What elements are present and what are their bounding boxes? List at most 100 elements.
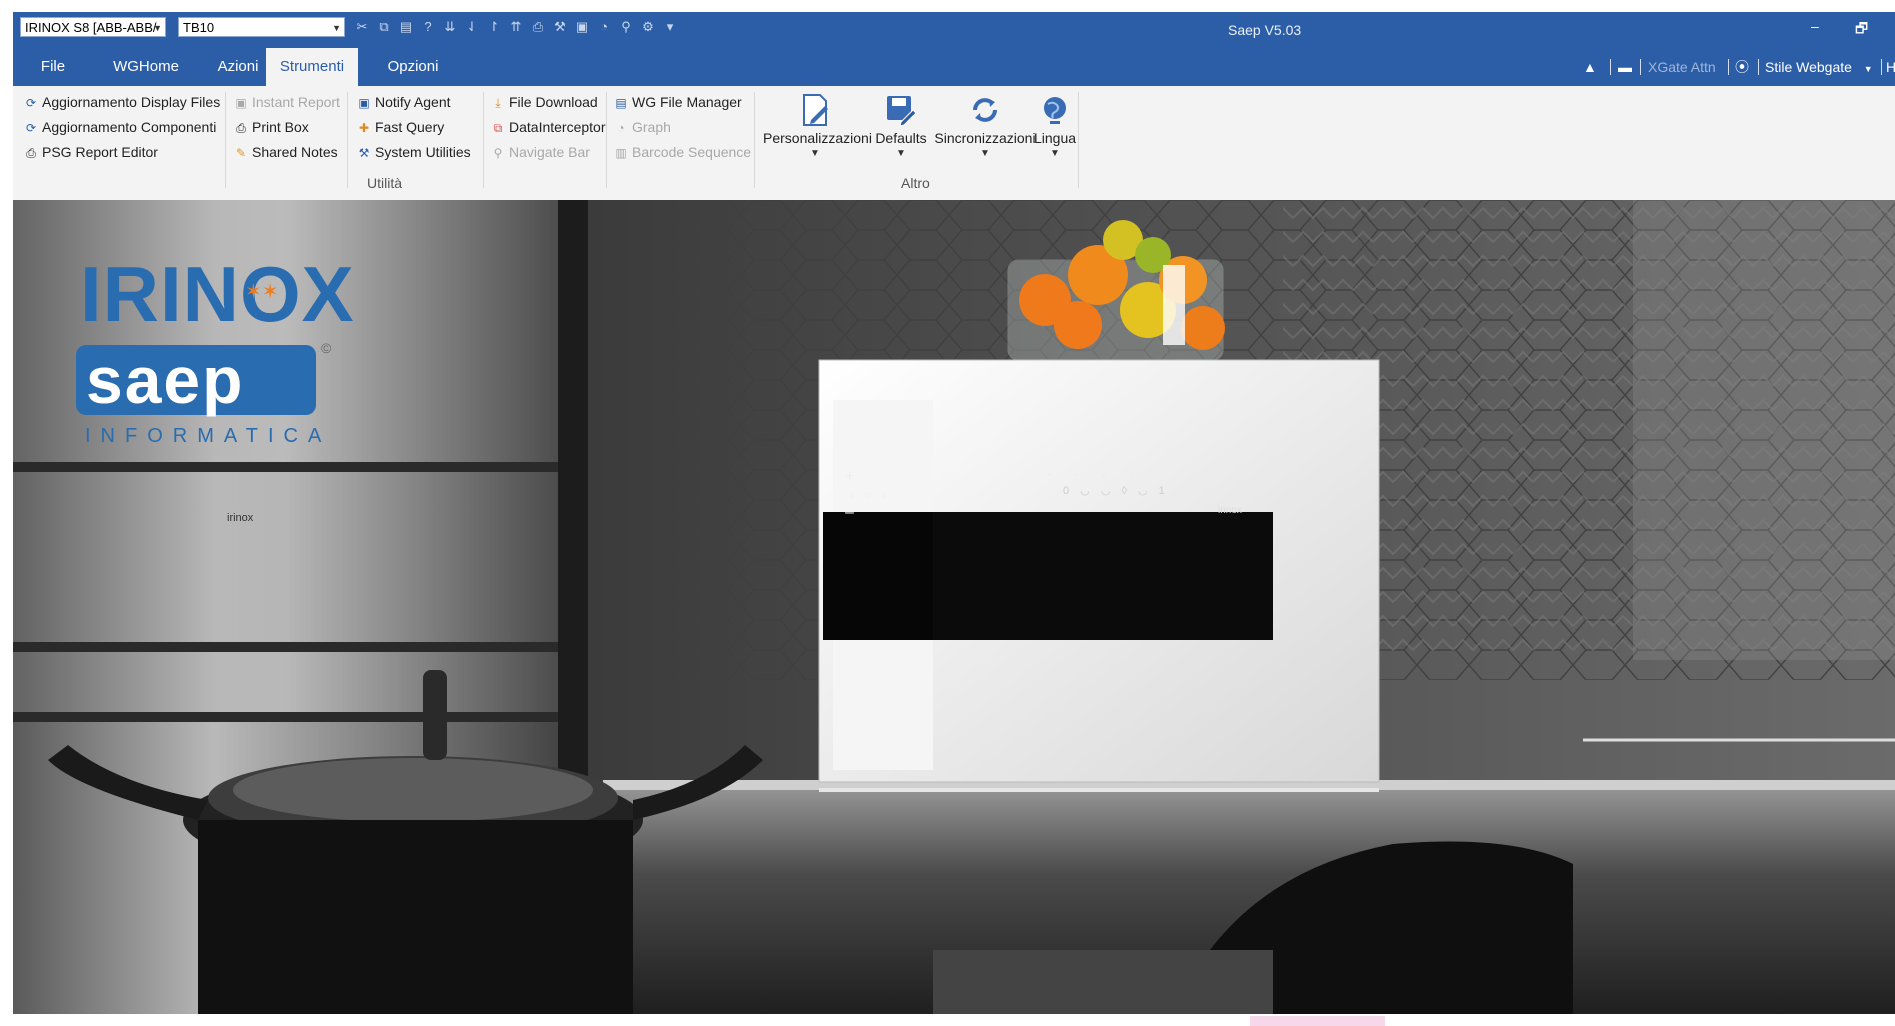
report-icon: ▣ xyxy=(235,96,247,110)
style-dropdown-label: Stile Webgate xyxy=(1765,59,1852,75)
code-combo[interactable]: TB10 ▼ xyxy=(178,17,345,37)
sort-down-icon[interactable]: ⇈ xyxy=(507,18,525,36)
upload-icon[interactable]: ⦿ xyxy=(1735,48,1749,86)
keyboard-icon[interactable]: ▬ xyxy=(1618,48,1632,86)
graph-button[interactable]: ◔ Graph xyxy=(613,117,671,137)
copyright-icon: © xyxy=(321,340,332,356)
agent-icon: ▣ xyxy=(358,96,370,110)
splash-image: IRINOX ✶✶ saep © INFORMATICA irinox irin… xyxy=(13,200,1895,1014)
ribbon-tabs: File WGHome Azioni Strumenti Opzioni ▲ ▬… xyxy=(13,48,1895,86)
plus-icon: + xyxy=(845,468,855,485)
wg-file-manager-button[interactable]: ▤ WG File Manager xyxy=(613,92,741,112)
tools-icon[interactable]: ⚒ xyxy=(551,18,569,36)
psg-report-editor-button[interactable]: ⎙ PSG Report Editor xyxy=(23,142,158,162)
tab-file[interactable]: File xyxy=(28,48,78,86)
edit-document-icon xyxy=(803,94,828,126)
printer-icon: ⎙ xyxy=(26,146,36,160)
status-highlight xyxy=(1250,1016,1385,1026)
chevron-down-icon: ▼ xyxy=(896,148,906,159)
tab-azioni[interactable]: Azioni xyxy=(203,48,273,86)
ribbon-separator xyxy=(606,92,607,188)
title-bar: IRINOX S8 [ABB-ABB/ ▼ TB10 ▼ ✂ ⧉ ▤ ? ⇊ ⇃… xyxy=(13,12,1895,48)
sync-icon xyxy=(973,98,997,122)
notes-icon: ✎ xyxy=(235,146,247,160)
code-combo-value: TB10 xyxy=(183,20,215,35)
tab-wghome[interactable]: WGHome xyxy=(101,48,191,86)
interceptor-icon: ⧉ xyxy=(493,121,503,135)
help-button[interactable]: He xyxy=(1886,48,1895,86)
print-box-button[interactable]: ⎙ Print Box xyxy=(233,117,309,137)
notify-agent-button[interactable]: ▣ Notify Agent xyxy=(356,92,450,112)
nav-controls-icon: ‹○› xyxy=(851,488,897,502)
save-edit-icon xyxy=(887,96,917,127)
customize-icon[interactable]: ▾ xyxy=(661,18,679,36)
file-download-button[interactable]: ⤓ File Download xyxy=(490,92,597,112)
stars-icon: ✶✶ xyxy=(245,281,279,303)
settings-icon[interactable]: ⚙ xyxy=(639,18,657,36)
navigate-icon: ⚲ xyxy=(493,146,503,160)
saep-logo-text: saep xyxy=(86,343,245,417)
group-label-altro: Altro xyxy=(901,175,930,191)
sort-desc-icon[interactable]: ⇃ xyxy=(463,18,481,36)
chevron-down-icon: ▼ xyxy=(810,148,820,159)
cabinet-brand-mark: irinox xyxy=(227,512,254,524)
refresh-icon: ⟳ xyxy=(25,96,37,110)
pin-icon[interactable]: ⚲ xyxy=(617,18,635,36)
copy-icon[interactable]: ⧉ xyxy=(375,18,393,36)
sort-asc-icon[interactable]: ⇊ xyxy=(441,18,459,36)
scissors-icon[interactable]: ✂ xyxy=(353,18,371,36)
aggiornamento-display-files-button[interactable]: ⟳ Aggiornamento Display Files xyxy=(23,92,220,112)
globe-icon xyxy=(1044,97,1066,124)
saep-subtitle: INFORMATICA xyxy=(85,425,332,447)
chevron-down-icon: ▼ xyxy=(1863,64,1873,74)
shared-notes-button[interactable]: ✎ Shared Notes xyxy=(233,142,338,162)
datainterceptor-button[interactable]: ⧉ DataInterceptor xyxy=(490,117,606,137)
ribbon-separator xyxy=(347,92,348,188)
print-icon[interactable]: ⎙ xyxy=(529,18,547,36)
panel-digits: 0 ◡ ◡ ◊ ◡ 1 xyxy=(1063,485,1169,497)
aggiornamento-componenti-button[interactable]: ⟳ Aggiornamento Componenti xyxy=(23,117,216,137)
chart-icon[interactable]: ◔ xyxy=(595,18,613,36)
appliance-brand-mark: irinox xyxy=(1218,505,1242,516)
saep-logo: saep xyxy=(76,345,316,415)
chevron-down-icon: ▼ xyxy=(153,23,162,33)
help-icon[interactable]: ? xyxy=(419,18,437,36)
download-icon: ⤓ xyxy=(495,96,501,110)
printer-icon: ⎙ xyxy=(236,121,246,135)
company-combo-value: IRINOX S8 [ABB-ABB/ xyxy=(25,20,157,35)
tab-strumenti[interactable]: Strumenti xyxy=(266,48,358,86)
tab-opzioni[interactable]: Opzioni xyxy=(373,48,453,86)
instant-report-button[interactable]: ▣ Instant Report xyxy=(233,92,340,112)
pie-chart-icon: ◔ xyxy=(617,121,625,135)
minus-icon: – xyxy=(845,504,854,521)
query-icon: ✚ xyxy=(358,121,370,135)
xgate-attn-button[interactable]: XGate Attn xyxy=(1648,48,1716,86)
style-dropdown[interactable]: Stile Webgate ▼ xyxy=(1765,48,1873,86)
file-manager-icon: ▤ xyxy=(615,96,627,110)
tools-icon: ⚒ xyxy=(358,146,370,160)
panel-leds: • • ● ● • • xyxy=(1048,470,1198,481)
report-icon[interactable]: ▣ xyxy=(573,18,591,36)
personalizzazioni-button[interactable]: Personalizzazioni ▼ xyxy=(763,90,872,159)
top-strip xyxy=(0,0,1895,12)
company-combo[interactable]: IRINOX S8 [ABB-ABB/ ▼ xyxy=(20,17,166,37)
quick-access-toolbar: ✂ ⧉ ▤ ? ⇊ ⇃ ↾ ⇈ ⎙ ⚒ ▣ ◔ ⚲ ⚙ ▾ xyxy=(353,18,679,36)
chevron-down-icon: ▼ xyxy=(332,23,341,33)
ribbon-separator xyxy=(483,92,484,188)
defaults-button[interactable]: Defaults ▼ xyxy=(869,90,933,159)
app-title: Saep V5.03 xyxy=(1228,22,1302,38)
minimize-button[interactable]: – xyxy=(1811,18,1819,34)
fast-query-button[interactable]: ✚ Fast Query xyxy=(356,117,444,137)
ribbon-separator xyxy=(1078,92,1079,188)
restore-button[interactable]: 🗗 xyxy=(1855,18,1868,42)
paste-icon[interactable]: ▤ xyxy=(397,18,415,36)
barcode-icon: ▥ xyxy=(615,146,627,160)
system-utilities-button[interactable]: ⚒ System Utilities xyxy=(356,142,471,162)
ribbon-panel: ⟳ Aggiornamento Display Files ⟳ Aggiorname… xyxy=(13,86,1895,201)
sort-up-icon[interactable]: ↾ xyxy=(485,18,503,36)
navigate-bar-button[interactable]: ⚲ Navigate Bar xyxy=(490,142,590,162)
barcode-sequence-button[interactable]: ▥ Barcode Sequence xyxy=(613,142,751,162)
refresh-icon: ⟳ xyxy=(25,121,37,135)
chevron-up-icon[interactable]: ▲ xyxy=(1583,48,1597,86)
ribbon-separator xyxy=(225,92,226,188)
